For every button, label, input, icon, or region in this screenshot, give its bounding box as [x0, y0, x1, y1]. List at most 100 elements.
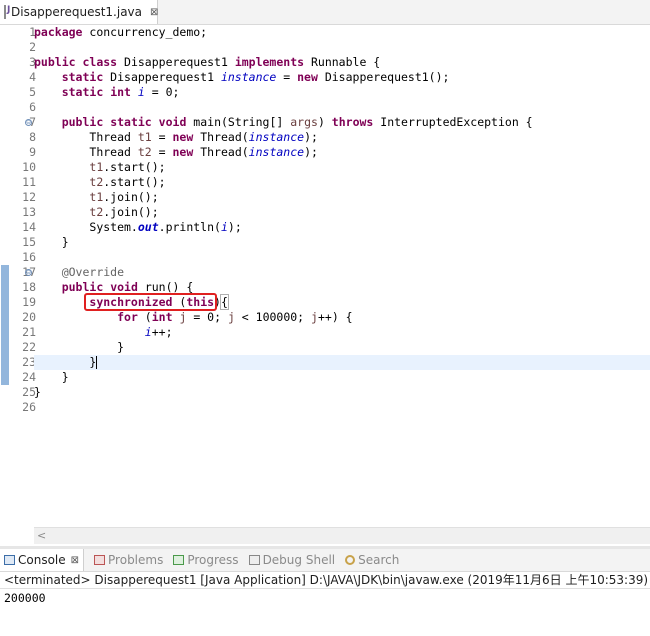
code-text: InterruptedException {	[373, 115, 533, 129]
keyword: static	[61, 85, 104, 99]
code-line-24: }	[34, 370, 69, 385]
line-number: 24	[22, 370, 36, 384]
tab-debug-shell[interactable]: Debug Shell	[248, 553, 335, 567]
keyword: package	[34, 25, 83, 39]
fold-collapse-icon[interactable]: ⊖	[25, 269, 32, 276]
line-number: 21	[22, 325, 36, 339]
line-number: 26	[22, 400, 36, 414]
tab-problems[interactable]: Problems	[94, 553, 163, 567]
tab-label: Problems	[108, 553, 164, 567]
code-line-10: t1.start();	[34, 160, 166, 175]
line-number: 2	[29, 40, 36, 54]
problems-icon	[94, 555, 106, 565]
code-line-8: Thread t1 = new Thread(instance);	[34, 130, 318, 145]
code-text: =	[276, 70, 298, 84]
text-caret	[96, 356, 98, 369]
keyword: new	[297, 70, 318, 84]
code-text: )	[317, 115, 332, 129]
line-number: 7	[29, 115, 36, 129]
console-view-tabs: Console ⊠ Problems Progress Debug Shell …	[0, 549, 650, 572]
code-line-13: t2.join();	[34, 205, 159, 220]
code-line-12: t1.join();	[34, 190, 158, 205]
code-text: Disapperequest1	[117, 55, 235, 69]
static-field-ref: out	[137, 220, 159, 234]
code-text: .start();	[103, 160, 166, 174]
line-number: 3	[29, 55, 36, 69]
line-number: 22	[22, 340, 36, 354]
keyword: public	[61, 280, 104, 294]
tab-console[interactable]: Console ⊠	[0, 549, 85, 571]
keyword: for	[117, 310, 138, 324]
line-number-gutter: 1 2 3 4 5 6 7 8 9 10 11 12 13 14 15 16 1…	[10, 25, 36, 545]
keyword: class	[82, 55, 118, 69]
matching-bracket: {	[219, 294, 229, 310]
code-line-4: static Disapperequest1 instance = new Di…	[34, 70, 450, 85]
line-number: 13	[22, 205, 36, 219]
close-icon[interactable]: ⊠	[71, 555, 79, 566]
line-number: 16	[22, 250, 36, 264]
editor-tab-label: Disapperequest1.java	[11, 5, 143, 19]
line-number: 20	[22, 310, 36, 324]
tab-progress[interactable]: Progress	[173, 553, 239, 567]
console-icon	[4, 555, 15, 565]
editor-tab-bar: Disapperequest1.java ⊠	[0, 0, 650, 25]
keyword: static	[61, 70, 104, 84]
code-text: .join();	[103, 205, 159, 219]
var-ref: j	[311, 310, 318, 324]
keyword: static	[110, 115, 152, 129]
console-process-status: <terminated> Disapperequest1 [Java Appli…	[4, 573, 649, 587]
line-number: 4	[29, 70, 36, 84]
code-line-20: for (int j = 0; j < 100000; j++) {	[34, 310, 353, 325]
code-text: }	[89, 355, 97, 369]
console-output[interactable]: 200000	[4, 591, 46, 605]
close-icon[interactable]: ⊠	[150, 7, 158, 18]
keyword: new	[172, 130, 194, 144]
tab-search[interactable]: Search	[345, 553, 399, 567]
code-text: .start();	[103, 175, 166, 189]
var-ref: t2	[89, 175, 104, 189]
code-text: }	[61, 235, 69, 249]
code-line-25: }	[34, 385, 41, 400]
keyword: public	[61, 115, 104, 129]
scroll-left-arrow[interactable]: <	[37, 529, 46, 542]
code-line-17: @Override	[34, 265, 124, 280]
code-text: }	[117, 340, 125, 354]
code-text-area[interactable]: package concurrency_demo; public class D…	[34, 25, 650, 545]
line-number: 15	[22, 235, 36, 249]
code-text: Thread	[89, 130, 138, 144]
code-editor[interactable]: 1 2 3 4 5 6 7 8 9 10 11 12 13 14 15 16 1…	[0, 25, 650, 545]
code-line-14: System.out.println(i);	[34, 220, 241, 235]
code-text: }	[61, 370, 69, 384]
var-ref: t1	[89, 190, 104, 204]
code-text: );	[304, 145, 318, 159]
keyword: new	[172, 145, 194, 159]
keyword: int	[151, 310, 173, 324]
editor-tab-disapperequest1[interactable]: Disapperequest1.java ⊠	[0, 0, 158, 24]
code-text: Thread(	[193, 145, 249, 159]
code-text: = 0;	[144, 85, 180, 99]
code-line-23: }	[34, 355, 98, 370]
code-line-1: package concurrency_demo;	[34, 25, 207, 40]
code-text: System.	[89, 220, 138, 234]
console-divider	[0, 588, 650, 589]
annotation: @Override	[61, 265, 125, 279]
line-number: 23	[22, 355, 36, 369]
code-text: Disapperequest1	[103, 70, 221, 84]
code-text: .println(	[158, 220, 221, 234]
debug-shell-icon	[248, 555, 260, 565]
var-ref: t1	[89, 160, 104, 174]
overview-ruler	[0, 25, 10, 545]
fold-collapse-icon[interactable]: ⊖	[25, 119, 32, 126]
field-ref: i	[220, 220, 228, 234]
keyword: public	[34, 55, 76, 69]
line-number: 8	[29, 130, 36, 144]
code-text: ++;	[151, 325, 173, 339]
keyword: implements	[234, 55, 305, 69]
code-line-15: }	[34, 235, 69, 250]
progress-icon	[173, 555, 185, 565]
horizontal-scrollbar[interactable]: <	[34, 527, 650, 544]
selection-range-indicator	[1, 265, 9, 385]
code-text: );	[304, 130, 318, 144]
code-line-22: }	[34, 340, 124, 355]
code-line-21: i++;	[34, 325, 173, 340]
